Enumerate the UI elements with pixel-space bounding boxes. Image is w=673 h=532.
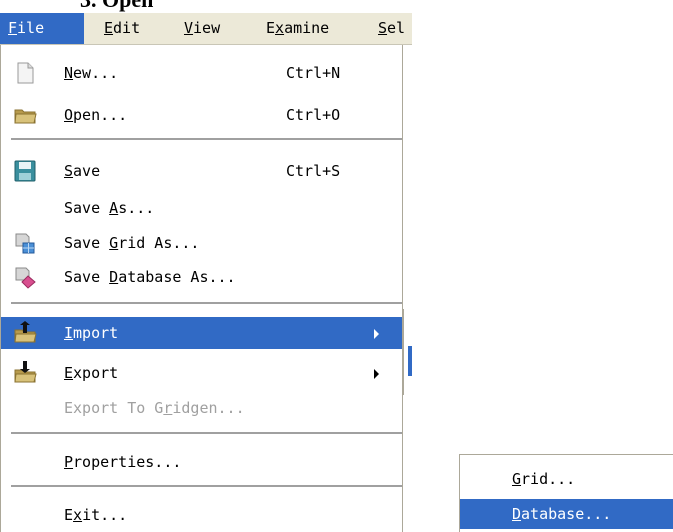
- menu-item-save-grid-as[interactable]: Save Grid As...: [1, 227, 402, 259]
- menu-examine-label-pre: E: [266, 19, 276, 37]
- menu-item-save-label: Save: [64, 162, 101, 180]
- menu-edit-label-post: dit: [113, 19, 141, 37]
- menu-examine-label-post: amine: [284, 19, 330, 37]
- menu-item-open[interactable]: Open... Ctrl+O: [1, 99, 402, 131]
- submenu-arrow-icon: [374, 329, 379, 339]
- menu-item-import[interactable]: Import: [1, 317, 402, 349]
- menu-separator: [11, 302, 402, 304]
- save-database-icon: [15, 267, 36, 289]
- save-grid-icon: [15, 233, 35, 254]
- menu-item-open-label: Open...: [64, 106, 128, 124]
- menu-item-save-as-label: Save As...: [64, 199, 155, 217]
- menu-select-mnemonic: S: [378, 19, 388, 37]
- new-document-icon: [17, 62, 34, 84]
- submenu-item-database[interactable]: Database...: [460, 499, 673, 529]
- menu-file[interactable]: File: [0, 13, 84, 44]
- menu-separator: [11, 485, 402, 487]
- menu-select[interactable]: Sel: [370, 13, 412, 44]
- export-folder-icon: [14, 361, 37, 383]
- menu-file-mnemonic: F: [8, 19, 18, 37]
- shortcut-new: Ctrl+N: [286, 64, 341, 82]
- menu-item-save-database-as-label: Save Database As...: [64, 268, 236, 286]
- menu-edit[interactable]: Edit: [96, 13, 148, 44]
- menu-item-properties-label: Properties...: [64, 453, 182, 471]
- menu-item-import-label: Import: [64, 324, 119, 342]
- menu-item-export-label: Export: [64, 364, 119, 382]
- import-submenu: Grid... Database...: [459, 454, 673, 532]
- menu-item-properties[interactable]: Properties...: [1, 446, 402, 478]
- menu-item-save-grid-as-label: Save Grid As...: [64, 234, 200, 252]
- menu-item-save-as[interactable]: Save As...: [1, 192, 402, 224]
- menu-view[interactable]: View: [176, 13, 228, 44]
- shortcut-save: Ctrl+S: [286, 162, 341, 180]
- menu-item-save[interactable]: Save Ctrl+S: [1, 155, 402, 187]
- folder-open-icon: [14, 109, 37, 124]
- floppy-disk-icon: [14, 160, 36, 182]
- file-menu-dropdown: New... Ctrl+N Open... Ctrl+O Save Ctrl+S…: [0, 45, 403, 532]
- menu-separator: [11, 432, 402, 434]
- menu-item-export-to-gridgen-label: Export To Gridgen...: [64, 399, 245, 417]
- menu-item-new-label: New...: [64, 64, 119, 82]
- menu-item-exit-label: Exit...: [64, 506, 128, 524]
- submenu-item-database-label: Database...: [512, 505, 612, 523]
- import-submenu-edge: [403, 309, 412, 395]
- menu-view-label-post: iew: [193, 19, 221, 37]
- menu-item-export-to-gridgen: Export To Gridgen...: [1, 392, 402, 424]
- submenu-item-grid-label: Grid...: [512, 470, 576, 488]
- menu-examine[interactable]: Examine: [258, 13, 337, 44]
- page-heading: 3. Open: [80, 0, 153, 12]
- menu-item-new[interactable]: New... Ctrl+N: [1, 57, 402, 89]
- menu-item-export[interactable]: Export: [1, 357, 402, 389]
- menu-separator: [11, 138, 402, 140]
- submenu-edge-highlight: [408, 346, 412, 376]
- menu-file-label-post: ile: [17, 19, 45, 37]
- import-folder-icon: [14, 321, 37, 343]
- menu-edit-mnemonic: E: [104, 19, 114, 37]
- shortcut-open: Ctrl+O: [286, 106, 341, 124]
- menu-view-mnemonic: V: [184, 19, 194, 37]
- submenu-arrow-icon: [374, 369, 379, 379]
- menu-select-label-post: el: [387, 19, 406, 37]
- menu-bar: File Edit View Examine Sel: [0, 13, 412, 45]
- menu-item-exit[interactable]: Exit...: [1, 499, 402, 531]
- menu-examine-mnemonic: x: [275, 19, 285, 37]
- menu-item-save-database-as[interactable]: Save Database As...: [1, 261, 402, 293]
- submenu-item-grid[interactable]: Grid...: [460, 464, 673, 494]
